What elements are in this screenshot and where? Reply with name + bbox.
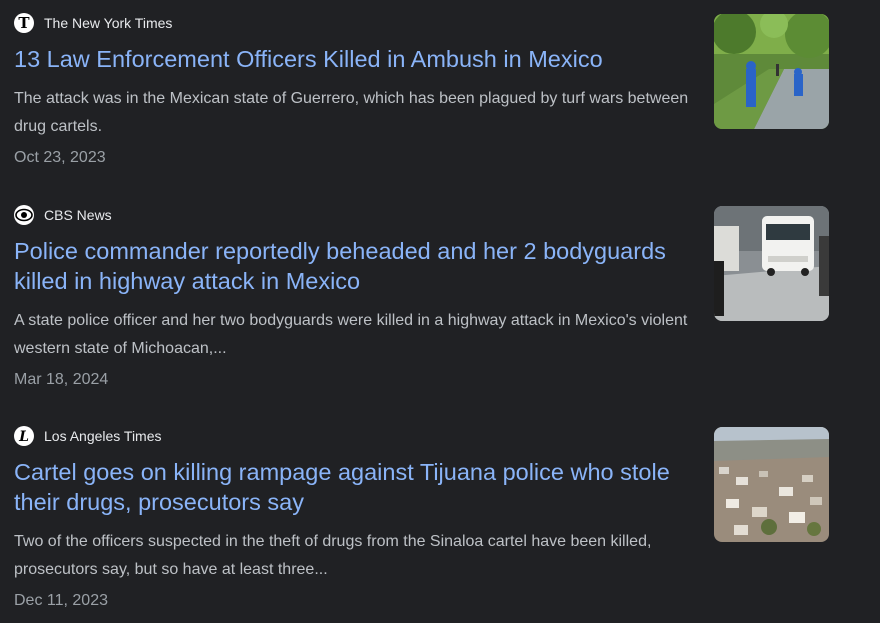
source-name: Los Angeles Times [44,428,162,444]
source-row: CBS News [14,205,699,225]
article-headline-link[interactable]: 13 Law Enforcement Officers Killed in Am… [14,44,699,74]
article-date: Mar 18, 2024 [14,371,109,388]
la-times-logo-icon: L [14,426,34,446]
article-text: T The New York Times 13 Law Enforcement … [14,13,699,167]
article-text: L Los Angeles Times Cartel goes on killi… [14,426,699,610]
article-snippet: Two of the officers suspected in the the… [14,533,652,578]
source-name: The New York Times [44,15,173,31]
source-row: T The New York Times [14,13,699,33]
news-article: CBS News Police commander reportedly beh… [0,205,880,400]
svg-text:T: T [18,14,30,32]
article-text: CBS News Police commander reportedly beh… [14,205,699,389]
article-headline-link[interactable]: Cartel goes on killing rampage against T… [14,457,699,517]
svg-text:L: L [18,429,29,445]
news-article: L Los Angeles Times Cartel goes on killi… [0,426,880,621]
source-row: L Los Angeles Times [14,426,699,446]
article-thumbnail[interactable] [714,14,829,129]
article-date: Dec 11, 2023 [14,592,108,609]
cbs-eye-logo-icon [14,205,34,225]
source-name: CBS News [44,207,112,223]
article-date: Oct 23, 2023 [14,149,106,166]
article-thumbnail[interactable] [714,427,829,542]
news-article: T The New York Times 13 Law Enforcement … [0,13,880,183]
article-thumbnail[interactable] [714,206,829,321]
article-snippet: The attack was in the Mexican state of G… [14,90,689,135]
article-snippet: A state police officer and her two bodyg… [14,312,688,357]
article-headline-link[interactable]: Police commander reportedly beheaded and… [14,236,699,296]
nyt-logo-icon: T [14,13,34,33]
